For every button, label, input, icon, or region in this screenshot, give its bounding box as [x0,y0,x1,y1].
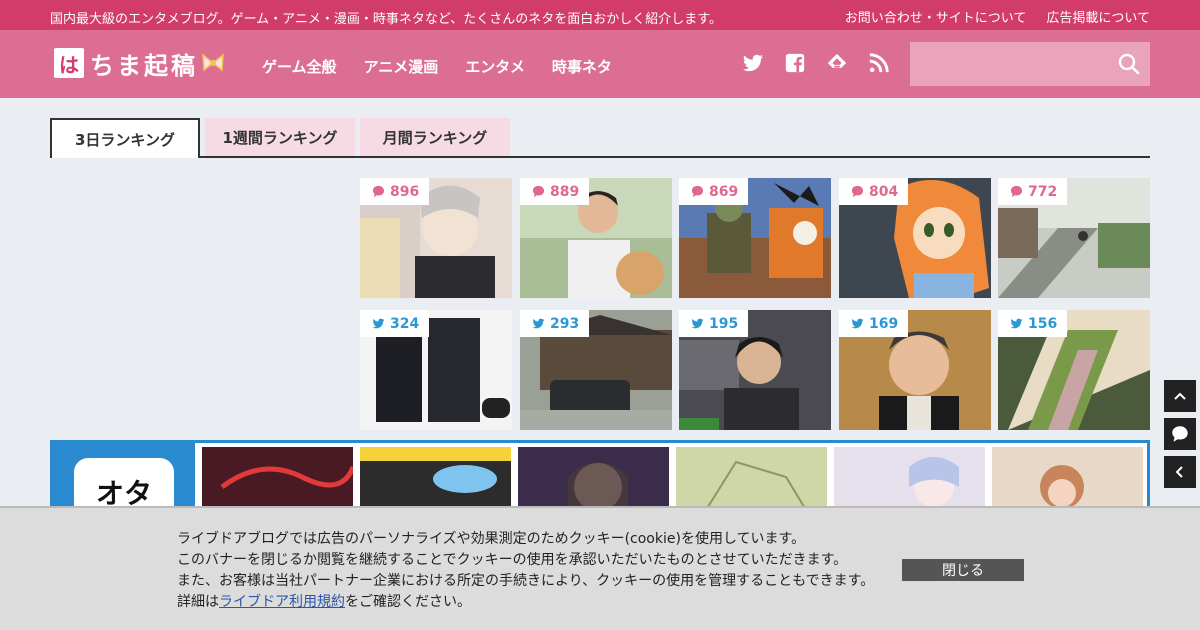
prev-article-button[interactable] [1164,456,1196,488]
comment-icon [532,185,545,198]
promo-thumbnail[interactable] [202,447,353,510]
nav-games[interactable]: ゲーム全般 [262,56,337,77]
cookie-line-suffix: をご確認ください。 [345,594,471,610]
chevron-left-icon [1175,466,1183,478]
site-logo[interactable]: は ちま起稿 [54,46,226,80]
ranking-tabs: 3日ランキング 1週間ランキング 月間ランキング [50,118,1150,158]
promo-thumbnail[interactable] [834,447,985,510]
logo-mark: は [54,48,84,78]
comment-icon [851,185,864,198]
logo-text: ちま起稿 [90,50,198,80]
tweet-count: 156 [1028,315,1058,332]
top-links: お問い合わせ・サイトについて 広告掲載について [845,7,1150,26]
cookie-line-prefix: 詳細は [177,594,219,610]
site-tagline: 国内最大級のエンタメブログ。ゲーム・アニメ・漫画・時事ネタなど、たくさんのネタを… [50,12,722,27]
ranking-card[interactable]: 896 [360,178,512,298]
comment-count: 889 [550,183,580,200]
tab-1week[interactable]: 1週間ランキング [205,118,355,156]
comment-count-badge: 896 [360,178,430,205]
promo-thumbnail-strip [195,443,1147,510]
scroll-top-button[interactable] [1164,380,1196,412]
tweet-count-badge: 156 [998,310,1068,337]
tab-monthly[interactable]: 月間ランキング [360,118,510,156]
comment-icon [1172,426,1188,442]
ranking-card[interactable]: 195 [679,310,831,430]
advertise-link[interactable]: 広告掲載について [1046,7,1150,26]
cookie-line: ライブドアブログでは広告のパーソナライズや効果測定のためクッキー(cookie)… [177,531,806,547]
twitter-icon [851,318,864,329]
promo-banner[interactable]: オタ [50,440,1150,528]
top-bar: 国内最大級のエンタメブログ。ゲーム・アニメ・漫画・時事ネタなど、たくさんのネタを… [0,0,1200,30]
ranking-card[interactable]: 324 [360,310,512,430]
comment-icon [1010,185,1023,198]
rss-icon[interactable] [868,52,890,74]
site-header: は ちま起稿 ゲーム全般 アニメ漫画 エンタメ 時事ネタ [0,30,1200,98]
chevron-up-icon [1174,392,1186,400]
ranking-card[interactable]: 169 [839,310,991,430]
ranking-card[interactable]: 293 [520,310,672,430]
search-icon[interactable] [1118,53,1140,75]
comment-count-badge: 772 [998,178,1068,205]
feedly-icon[interactable] [826,52,848,74]
comment-icon [372,185,385,198]
terms-of-use-link[interactable]: ライブドア利用規約 [219,594,345,610]
search-box [910,42,1150,86]
ranking-card[interactable]: 889 [520,178,672,298]
comment-count: 804 [869,183,899,200]
promo-thumbnail[interactable] [518,447,669,510]
ribbon-icon [202,53,224,72]
twitter-icon [691,318,704,329]
floating-side-buttons [1164,380,1196,488]
cookie-line: また、お客様は当社パートナー企業における所定の手続きにより、クッキーの使用を管理… [177,573,875,589]
cookie-line: 詳細はライブドア利用規約をご確認ください。 [177,592,874,613]
twitter-icon [372,318,385,329]
comment-count-badge: 889 [520,178,590,205]
ranking-card[interactable]: 772 [998,178,1150,298]
tweet-count-badge: 195 [679,310,749,337]
twitter-icon [1010,318,1023,329]
tweet-count: 195 [709,315,739,332]
search-input[interactable] [910,42,1110,86]
nav-entertainment[interactable]: エンタメ [465,56,525,77]
ranking-card[interactable]: 869 [679,178,831,298]
comment-count: 896 [390,183,420,200]
comment-count-badge: 869 [679,178,749,205]
tweet-count-badge: 169 [839,310,909,337]
social-links [742,52,890,74]
main-nav: ゲーム全般 アニメ漫画 エンタメ 時事ネタ [262,56,612,77]
comment-count-badge: 804 [839,178,909,205]
promo-thumbnail[interactable] [992,447,1143,510]
tweet-count-badge: 324 [360,310,430,337]
tweet-count-badge: 293 [520,310,590,337]
tweet-count: 324 [390,315,420,332]
tweet-count: 169 [869,315,899,332]
twitter-icon [532,318,545,329]
ranking-card[interactable]: 804 [839,178,991,298]
contact-link[interactable]: お問い合わせ・サイトについて [845,7,1027,26]
cookie-close-button[interactable]: 閉じる [902,559,1024,581]
comment-count: 772 [1028,183,1058,200]
promo-thumbnail[interactable] [360,447,511,510]
comments-button[interactable] [1164,418,1196,450]
nav-anime-manga[interactable]: アニメ漫画 [364,56,439,77]
tab-3day[interactable]: 3日ランキング [50,118,200,158]
cookie-consent-banner: ライブドアブログでは広告のパーソナライズや効果測定のためクッキー(cookie)… [0,506,1200,630]
promo-thumbnail[interactable] [676,447,827,510]
facebook-icon[interactable] [784,52,806,74]
twitter-icon[interactable] [742,52,764,74]
ranking-card[interactable]: 156 [998,310,1150,430]
cookie-notice-text: ライブドアブログでは広告のパーソナライズや効果測定のためクッキー(cookie)… [177,529,874,613]
tweet-count: 293 [550,315,580,332]
nav-current-events[interactable]: 時事ネタ [552,56,612,77]
comment-count: 869 [709,183,739,200]
cookie-line: このバナーを閉じるか閲覧を継続することでクッキーの使用を承認いただいたものとさせ… [177,552,848,568]
comment-icon [691,185,704,198]
